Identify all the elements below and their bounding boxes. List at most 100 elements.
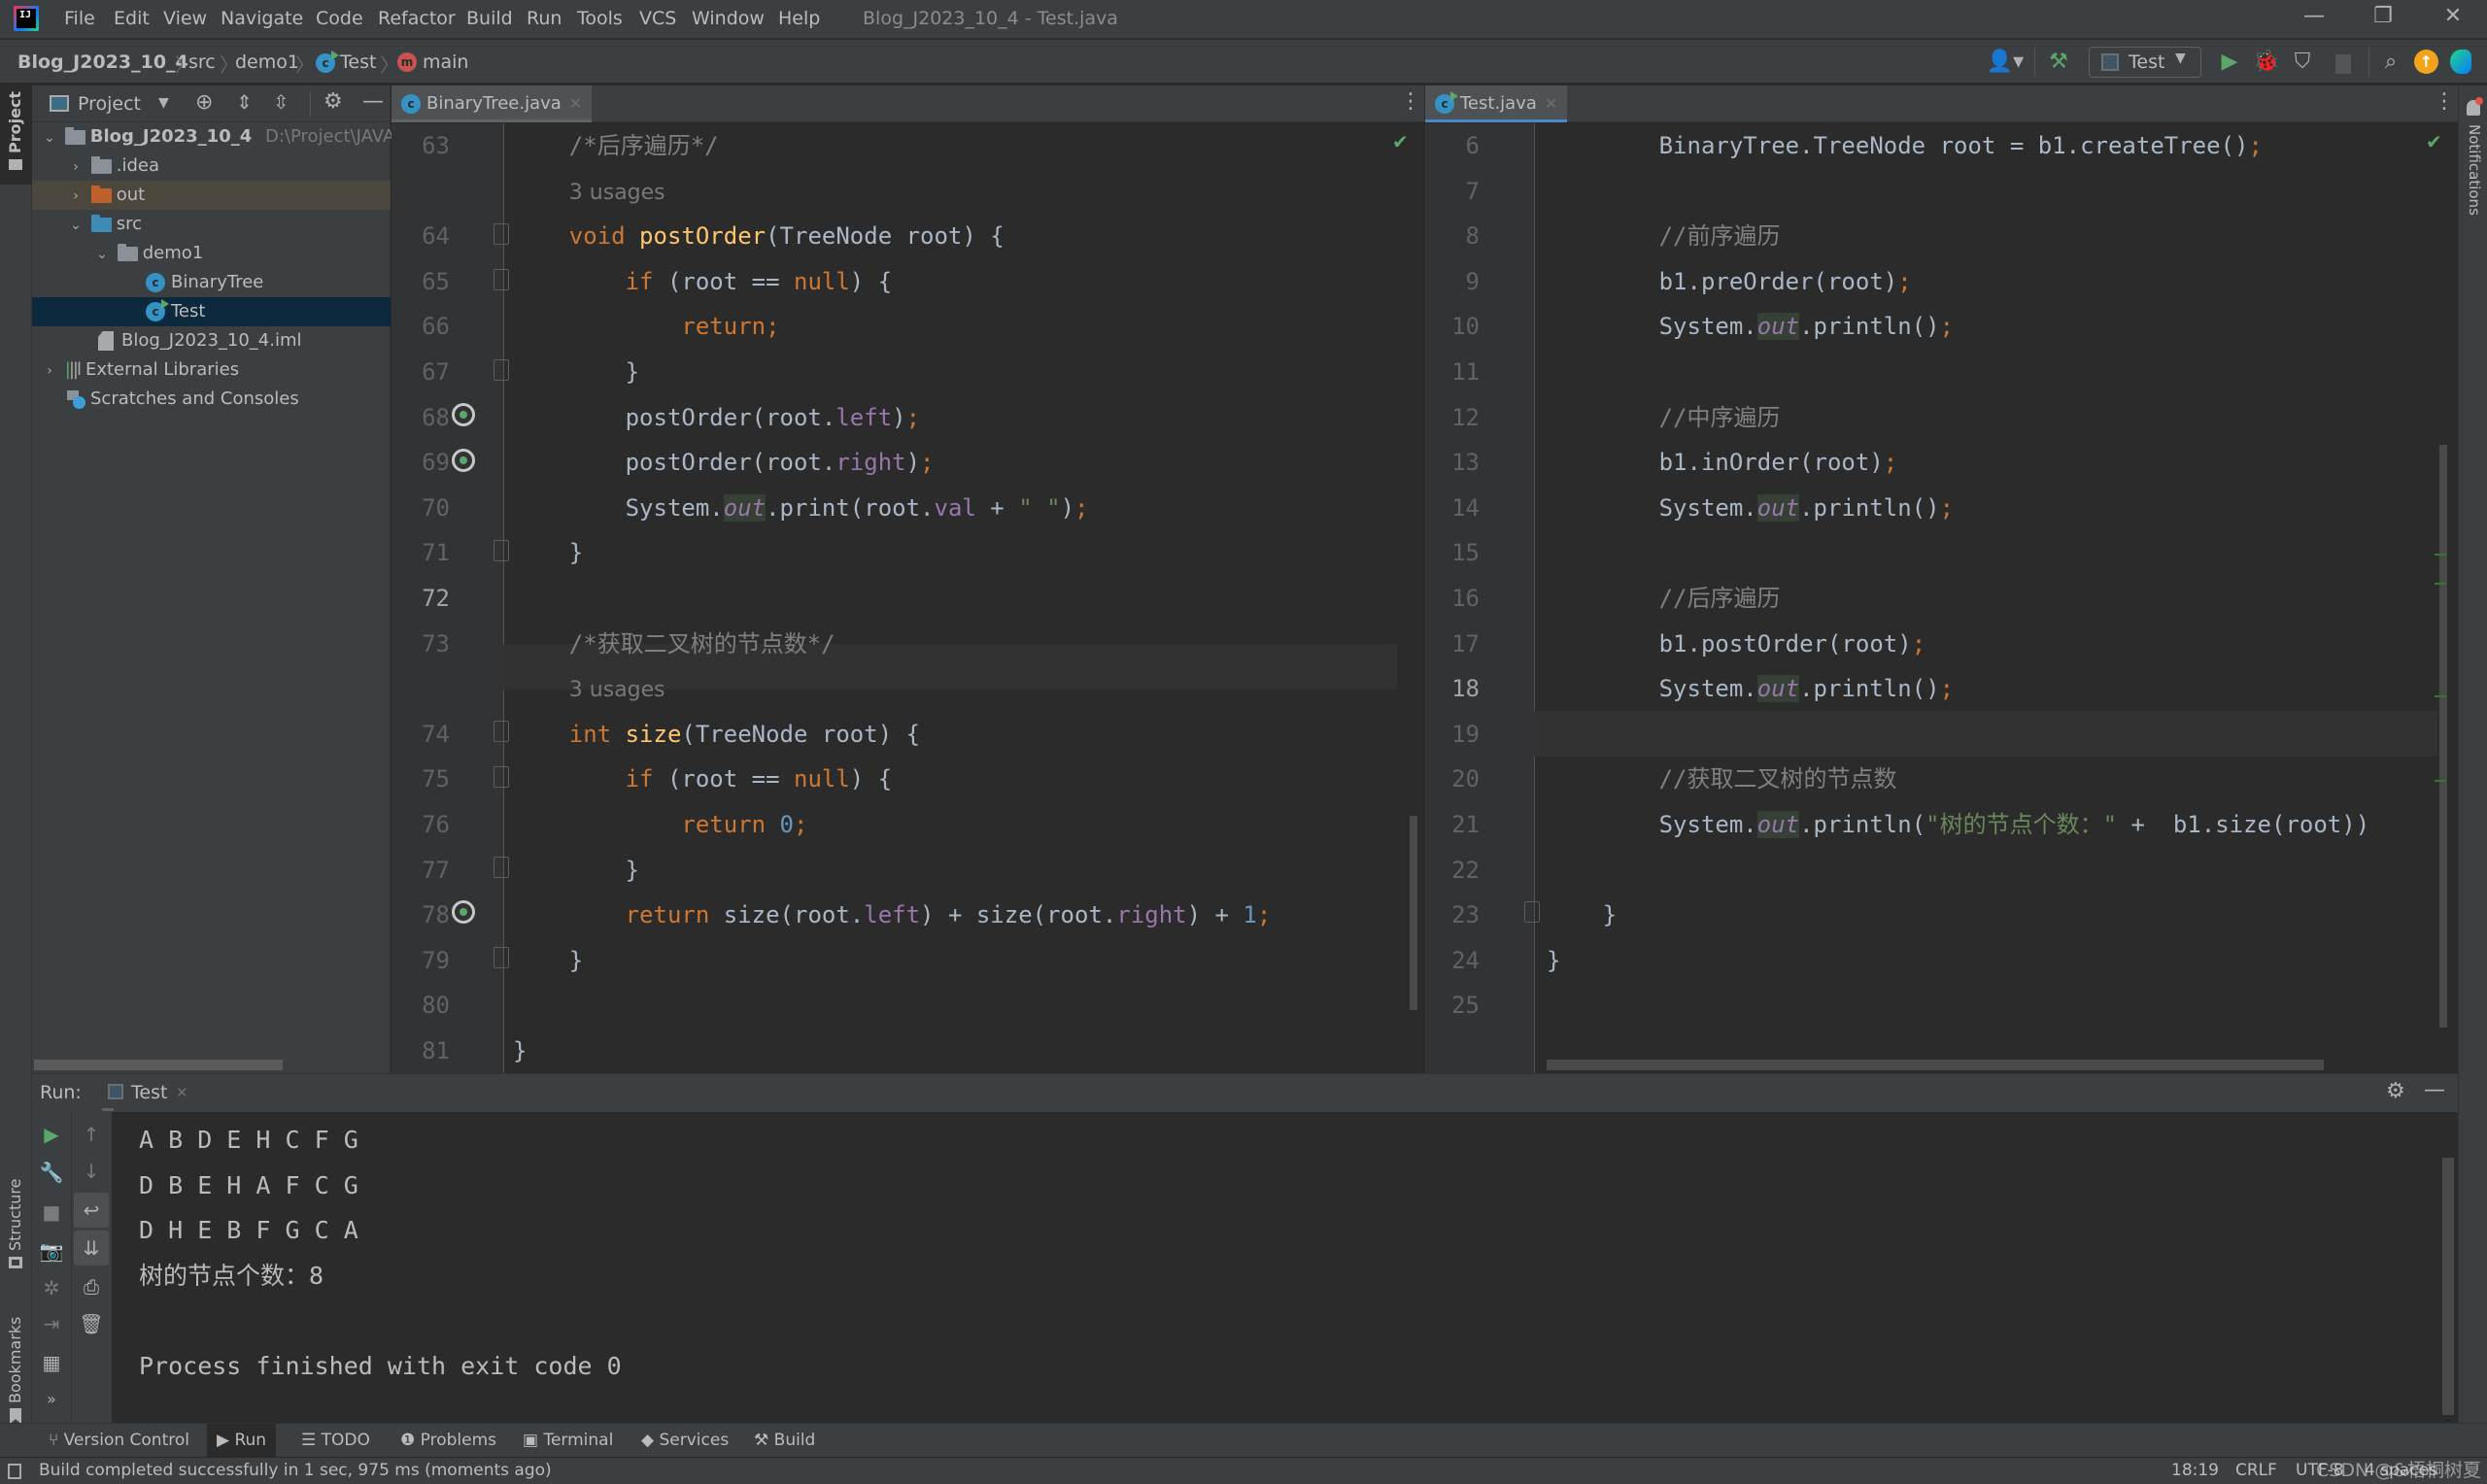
tab-terminal[interactable]: ▣ Terminal bbox=[513, 1424, 623, 1457]
line-number[interactable]: 9 bbox=[1421, 259, 1480, 305]
rerun-icon[interactable]: ▶ bbox=[32, 1117, 71, 1152]
code-line[interactable]: } bbox=[1547, 938, 2436, 984]
menu-edit[interactable]: Edit bbox=[114, 8, 150, 29]
line-number[interactable]: 21 bbox=[1421, 802, 1480, 848]
breadcrumb-main[interactable]: main bbox=[423, 51, 468, 73]
code-line[interactable]: //前序遍历 bbox=[1547, 214, 2436, 259]
line-number[interactable]: 72 bbox=[392, 576, 450, 622]
menu-build[interactable]: Build bbox=[466, 8, 513, 29]
line-number[interactable]: 22 bbox=[1421, 848, 1480, 894]
code-line[interactable]: 3 usages bbox=[513, 666, 1271, 712]
line-number[interactable]: 68 bbox=[392, 395, 450, 441]
project-panel-title[interactable]: Project bbox=[78, 93, 141, 115]
camera-icon[interactable]: 📷 bbox=[32, 1233, 71, 1268]
code-line[interactable]: if (root == null) { bbox=[513, 259, 1271, 305]
breadcrumb-src[interactable]: src bbox=[188, 51, 216, 73]
line-number[interactable]: 25 bbox=[1421, 983, 1480, 1029]
code-line[interactable]: 3 usages bbox=[513, 169, 1271, 215]
close-tab-icon[interactable]: ✕ bbox=[1545, 94, 1557, 113]
line-number[interactable]: 12 bbox=[1421, 395, 1480, 441]
chevron-right-icon[interactable]: › bbox=[66, 182, 85, 211]
more-icon[interactable]: » bbox=[32, 1382, 71, 1417]
code-line[interactable] bbox=[1547, 983, 2436, 1029]
line-number[interactable]: 73 bbox=[392, 622, 450, 667]
code-line[interactable]: /*获取二叉树的节点数*/ bbox=[513, 622, 1271, 667]
horizontal-scrollbar[interactable] bbox=[1547, 1060, 2324, 1070]
line-number[interactable]: 79 bbox=[392, 938, 450, 984]
trash-icon[interactable]: 🗑 bbox=[72, 1306, 111, 1341]
toggle-tool-windows-icon[interactable] bbox=[8, 1464, 21, 1479]
tab-run[interactable]: ▶ Run bbox=[207, 1424, 277, 1457]
chevron-down-icon[interactable]: ⌄ bbox=[92, 240, 112, 269]
code-line[interactable]: System.out.println("树的节点个数：" + b1.size(r… bbox=[1547, 802, 2436, 848]
line-separator[interactable]: CRLF bbox=[2235, 1461, 2277, 1480]
close-tab-icon[interactable]: ✕ bbox=[176, 1084, 188, 1101]
menu-file[interactable]: File bbox=[64, 8, 95, 29]
stop-icon[interactable] bbox=[2335, 54, 2351, 74]
expand-all-icon[interactable]: ⇕ bbox=[236, 90, 253, 114]
line-number[interactable]: 15 bbox=[1421, 530, 1480, 576]
tree-item-iml[interactable]: Blog_J2023_10_4.iml bbox=[32, 326, 391, 355]
line-number[interactable]: 66 bbox=[392, 304, 450, 350]
code-line[interactable]: BinaryTree.TreeNode root = b1.createTree… bbox=[1547, 123, 2436, 169]
code-line[interactable]: } bbox=[1547, 893, 2436, 938]
line-number[interactable]: 67 bbox=[392, 350, 450, 395]
chevron-down-icon[interactable]: ⌄ bbox=[40, 123, 59, 152]
tab-build[interactable]: ⚒ Build bbox=[744, 1424, 825, 1457]
code-line[interactable]: int size(TreeNode root) { bbox=[513, 712, 1271, 758]
line-number[interactable]: 74 bbox=[392, 712, 450, 758]
code-line[interactable] bbox=[1547, 848, 2436, 894]
run-icon[interactable]: ▶ bbox=[2215, 50, 2244, 75]
line-number[interactable]: 16 bbox=[1421, 576, 1480, 622]
debug-icon[interactable]: 🐞 bbox=[2252, 50, 2281, 75]
menu-tools[interactable]: Tools bbox=[577, 8, 623, 29]
tree-item-test[interactable]: c Test bbox=[32, 297, 391, 326]
code-line[interactable] bbox=[513, 983, 1271, 1029]
build-hammer-icon[interactable]: ⚒ bbox=[2044, 50, 2073, 75]
menu-code[interactable]: Code bbox=[316, 8, 363, 29]
gear-icon[interactable]: ⚙ bbox=[324, 89, 343, 114]
line-number[interactable]: 75 bbox=[392, 757, 450, 802]
status-message[interactable]: Build completed successfully in 1 sec, 9… bbox=[39, 1461, 552, 1480]
code-line[interactable]: } bbox=[513, 530, 1271, 576]
menu-help[interactable]: Help bbox=[778, 8, 820, 29]
fold-open-icon[interactable] bbox=[494, 721, 509, 742]
tab-problems[interactable]: ❶ Problems bbox=[391, 1424, 506, 1457]
tree-item-out[interactable]: › out bbox=[32, 181, 391, 210]
breadcrumb-project[interactable]: Blog_J2023_10_4 bbox=[17, 51, 188, 73]
fold-open-icon[interactable] bbox=[494, 766, 509, 788]
locate-icon[interactable]: ⊕ bbox=[195, 90, 213, 115]
tree-item-external-libraries[interactable]: › |||l External Libraries bbox=[32, 355, 391, 385]
code-line[interactable]: /*后序遍历*/ bbox=[513, 123, 1271, 169]
tree-item-binarytree[interactable]: c BinaryTree bbox=[32, 268, 391, 297]
fold-close-icon[interactable] bbox=[494, 359, 509, 381]
chevron-right-icon[interactable]: › bbox=[66, 152, 85, 182]
fold-close-icon[interactable] bbox=[494, 540, 509, 561]
no-problems-check-icon[interactable]: ✔ bbox=[1392, 130, 1409, 153]
fold-close-icon[interactable] bbox=[494, 857, 509, 878]
coverage-icon[interactable]: ⛉ bbox=[2288, 50, 2317, 75]
menu-run[interactable]: Run bbox=[527, 8, 562, 29]
no-problems-check-icon[interactable]: ✔ bbox=[2426, 130, 2442, 153]
up-arrow-icon[interactable]: ↑ bbox=[72, 1117, 111, 1152]
tree-item-scratches[interactable]: Scratches and Consoles bbox=[32, 385, 391, 414]
code-line[interactable] bbox=[1547, 169, 2436, 215]
run-config-select[interactable]: Test ▼ bbox=[2089, 47, 2201, 78]
line-number[interactable]: 71 bbox=[392, 530, 450, 576]
code-line[interactable]: System.out.println(); bbox=[1547, 304, 2436, 350]
import-icon[interactable]: ⇥ bbox=[32, 1306, 71, 1341]
restore-button[interactable]: ❐ bbox=[2364, 4, 2402, 35]
code-line[interactable]: postOrder(root.right); bbox=[513, 440, 1271, 486]
line-number[interactable] bbox=[392, 169, 450, 215]
breadcrumb-test[interactable]: Test bbox=[340, 51, 376, 73]
code-line[interactable]: return size(root.left) + size(root.right… bbox=[513, 893, 1272, 938]
breadcrumb-demo1[interactable]: demo1 bbox=[235, 51, 299, 73]
line-number[interactable]: 18 bbox=[1421, 666, 1480, 712]
menu-navigate[interactable]: Navigate bbox=[221, 8, 303, 29]
line-number[interactable]: 8 bbox=[1421, 214, 1480, 259]
code-line[interactable] bbox=[1547, 712, 2436, 758]
code-line[interactable]: System.out.println(); bbox=[1547, 666, 2436, 712]
collapse-all-icon[interactable]: ⇳ bbox=[273, 90, 290, 114]
code-line[interactable] bbox=[1547, 530, 2436, 576]
scroll-to-end-icon[interactable]: ⇊ bbox=[74, 1231, 109, 1265]
